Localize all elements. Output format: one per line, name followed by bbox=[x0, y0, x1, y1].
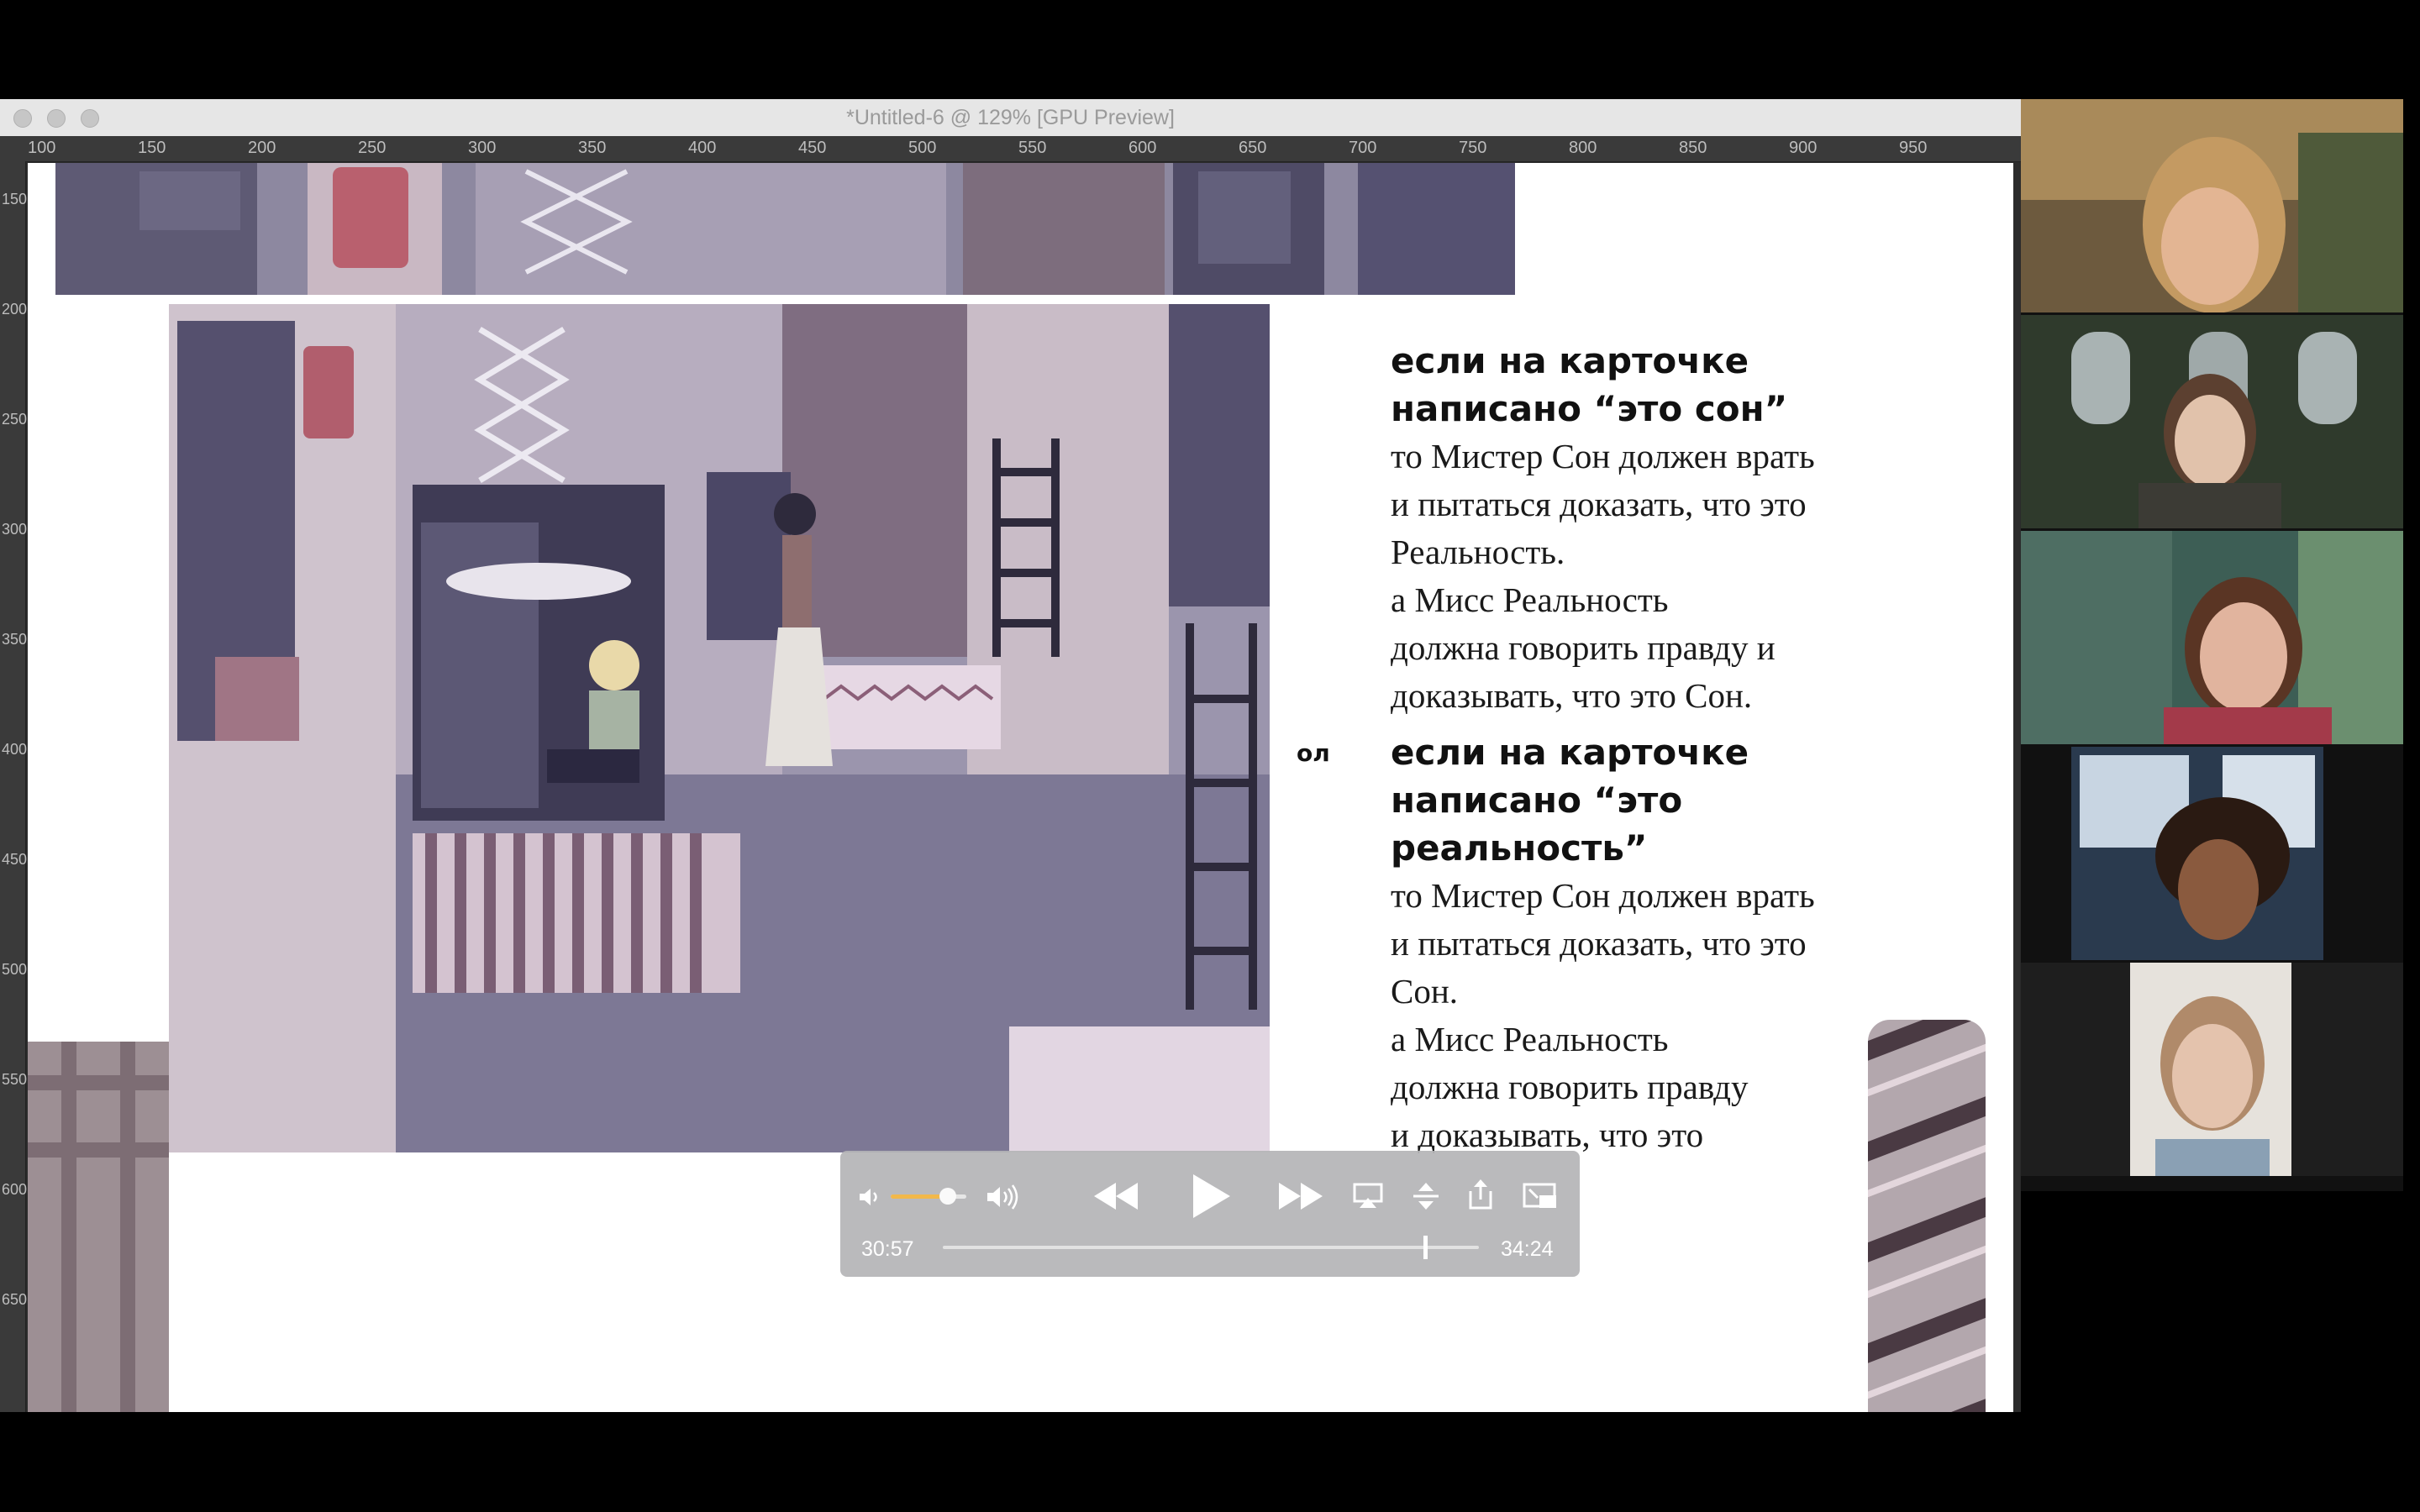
participant-tile[interactable] bbox=[2021, 99, 2403, 312]
ruler-label: 550 bbox=[2, 1071, 28, 1088]
illustration-back-art bbox=[55, 163, 1515, 295]
ruler-label: 450 bbox=[798, 139, 827, 157]
airplay-icon[interactable] bbox=[1353, 1183, 1383, 1210]
ruler-label: 650 bbox=[1239, 139, 1267, 157]
text-frame[interactable]: если на карточке написано “это сон” то М… bbox=[1391, 337, 1903, 1177]
block2-body-line: должна говорить правду bbox=[1391, 1068, 1749, 1106]
illustration-main bbox=[169, 304, 1270, 1152]
participants-panel bbox=[2021, 99, 2403, 1191]
ruler-label: 950 bbox=[1899, 139, 1928, 157]
illustration-background-layer bbox=[55, 163, 1515, 295]
ruler-label: 600 bbox=[1128, 139, 1157, 157]
window-title: *Untitled-6 @ 129% [GPU Preview] bbox=[846, 106, 1175, 129]
ruler-label: 400 bbox=[2, 741, 28, 758]
illustration-fabric-swatch bbox=[28, 1042, 169, 1412]
block2-body-line: то Мистер Сон должен врать bbox=[1391, 876, 1815, 915]
stray-text-fragment: ол bbox=[1297, 739, 1330, 767]
block1-body-line: доказывать, что это Сон. bbox=[1391, 676, 1753, 715]
block1-heading-line: написано “это сон” bbox=[1391, 388, 1788, 429]
block2-heading-line: реальность” bbox=[1391, 827, 1648, 869]
participant-tile[interactable] bbox=[2021, 315, 2403, 528]
ruler-label: 850 bbox=[1679, 139, 1707, 157]
block2-heading-line: если на карточке bbox=[1391, 732, 1749, 773]
title-bar: *Untitled-6 @ 129% [GPU Preview] bbox=[0, 99, 2021, 136]
horizontal-ruler[interactable]: 100 150 200 250 300 350 400 450 500 550 … bbox=[0, 136, 2021, 162]
ruler-label: 250 bbox=[358, 139, 387, 157]
ruler-label: 200 bbox=[2, 301, 28, 318]
ruler-label: 650 bbox=[2, 1291, 28, 1308]
rewind-icon[interactable] bbox=[1092, 1179, 1139, 1213]
participant-video bbox=[2021, 99, 2403, 312]
ruler-label: 400 bbox=[688, 139, 717, 157]
participant-tile[interactable] bbox=[2021, 963, 2403, 1176]
participant-video bbox=[2021, 747, 2403, 960]
ruler-label: 900 bbox=[1789, 139, 1818, 157]
ruler-label: 700 bbox=[1349, 139, 1377, 157]
block1-heading-line: если на карточке bbox=[1391, 340, 1749, 381]
ruler-label: 350 bbox=[578, 139, 607, 157]
ruler-label: 150 bbox=[138, 139, 166, 157]
fit-screen-icon[interactable] bbox=[1412, 1181, 1440, 1211]
block2-body-line: Сон. bbox=[1391, 972, 1459, 1011]
fast-forward-icon[interactable] bbox=[1277, 1179, 1324, 1213]
play-icon[interactable] bbox=[1190, 1171, 1234, 1221]
ruler-label: 300 bbox=[468, 139, 497, 157]
block2-body-line: а Мисс Реальность bbox=[1391, 1020, 1669, 1058]
ruler-label: 500 bbox=[2, 961, 28, 978]
ruler-label: 450 bbox=[2, 851, 28, 868]
volume-slider[interactable] bbox=[891, 1188, 966, 1205]
ruler-label: 150 bbox=[2, 191, 28, 207]
current-time: 30:57 bbox=[861, 1237, 914, 1261]
block1-body-line: и пытаться доказать, что это bbox=[1391, 485, 1807, 523]
ruler-label: 100 bbox=[28, 139, 56, 157]
participant-tile[interactable] bbox=[2021, 747, 2403, 960]
illustration-main-art bbox=[169, 304, 1270, 1152]
scrubber-track[interactable] bbox=[943, 1236, 1479, 1259]
volume-knob[interactable] bbox=[939, 1188, 956, 1205]
ruler-label: 800 bbox=[1569, 139, 1597, 157]
volume-high-icon[interactable] bbox=[985, 1183, 1022, 1211]
ruler-label: 750 bbox=[1459, 139, 1487, 157]
ruler-label: 200 bbox=[248, 139, 276, 157]
participant-video bbox=[2021, 963, 2403, 1176]
picture-in-picture-icon[interactable] bbox=[1523, 1181, 1558, 1211]
block1-body-line: то Мистер Сон должен врать bbox=[1391, 437, 1815, 475]
block1-body-line: должна говорить правду и bbox=[1391, 628, 1776, 667]
ruler-label: 600 bbox=[2, 1181, 28, 1198]
ruler-label: 500 bbox=[908, 139, 937, 157]
vertical-ruler[interactable]: 150 200 250 300 350 400 450 500 550 600 … bbox=[0, 161, 28, 1412]
participant-video bbox=[2021, 315, 2403, 528]
participant-video bbox=[2021, 531, 2403, 744]
share-icon[interactable] bbox=[1467, 1178, 1494, 1211]
block2-body-line: и пытаться доказать, что это bbox=[1391, 924, 1807, 963]
ruler-label: 350 bbox=[2, 631, 28, 648]
volume-low-icon[interactable] bbox=[857, 1184, 882, 1210]
block2-heading-line: написано “это bbox=[1391, 780, 1683, 821]
video-player-controls[interactable]: 30:57 34:24 bbox=[840, 1151, 1580, 1277]
ruler-label: 300 bbox=[2, 521, 28, 538]
ruler-label: 250 bbox=[2, 411, 28, 428]
participant-tile[interactable] bbox=[2021, 531, 2403, 744]
total-time: 34:24 bbox=[1501, 1237, 1554, 1261]
ruler-label: 550 bbox=[1018, 139, 1047, 157]
block1-body-line: Реальность. bbox=[1391, 533, 1565, 571]
scrubber-playhead[interactable] bbox=[1423, 1236, 1428, 1259]
block1-body-line: а Мисс Реальность bbox=[1391, 580, 1669, 619]
